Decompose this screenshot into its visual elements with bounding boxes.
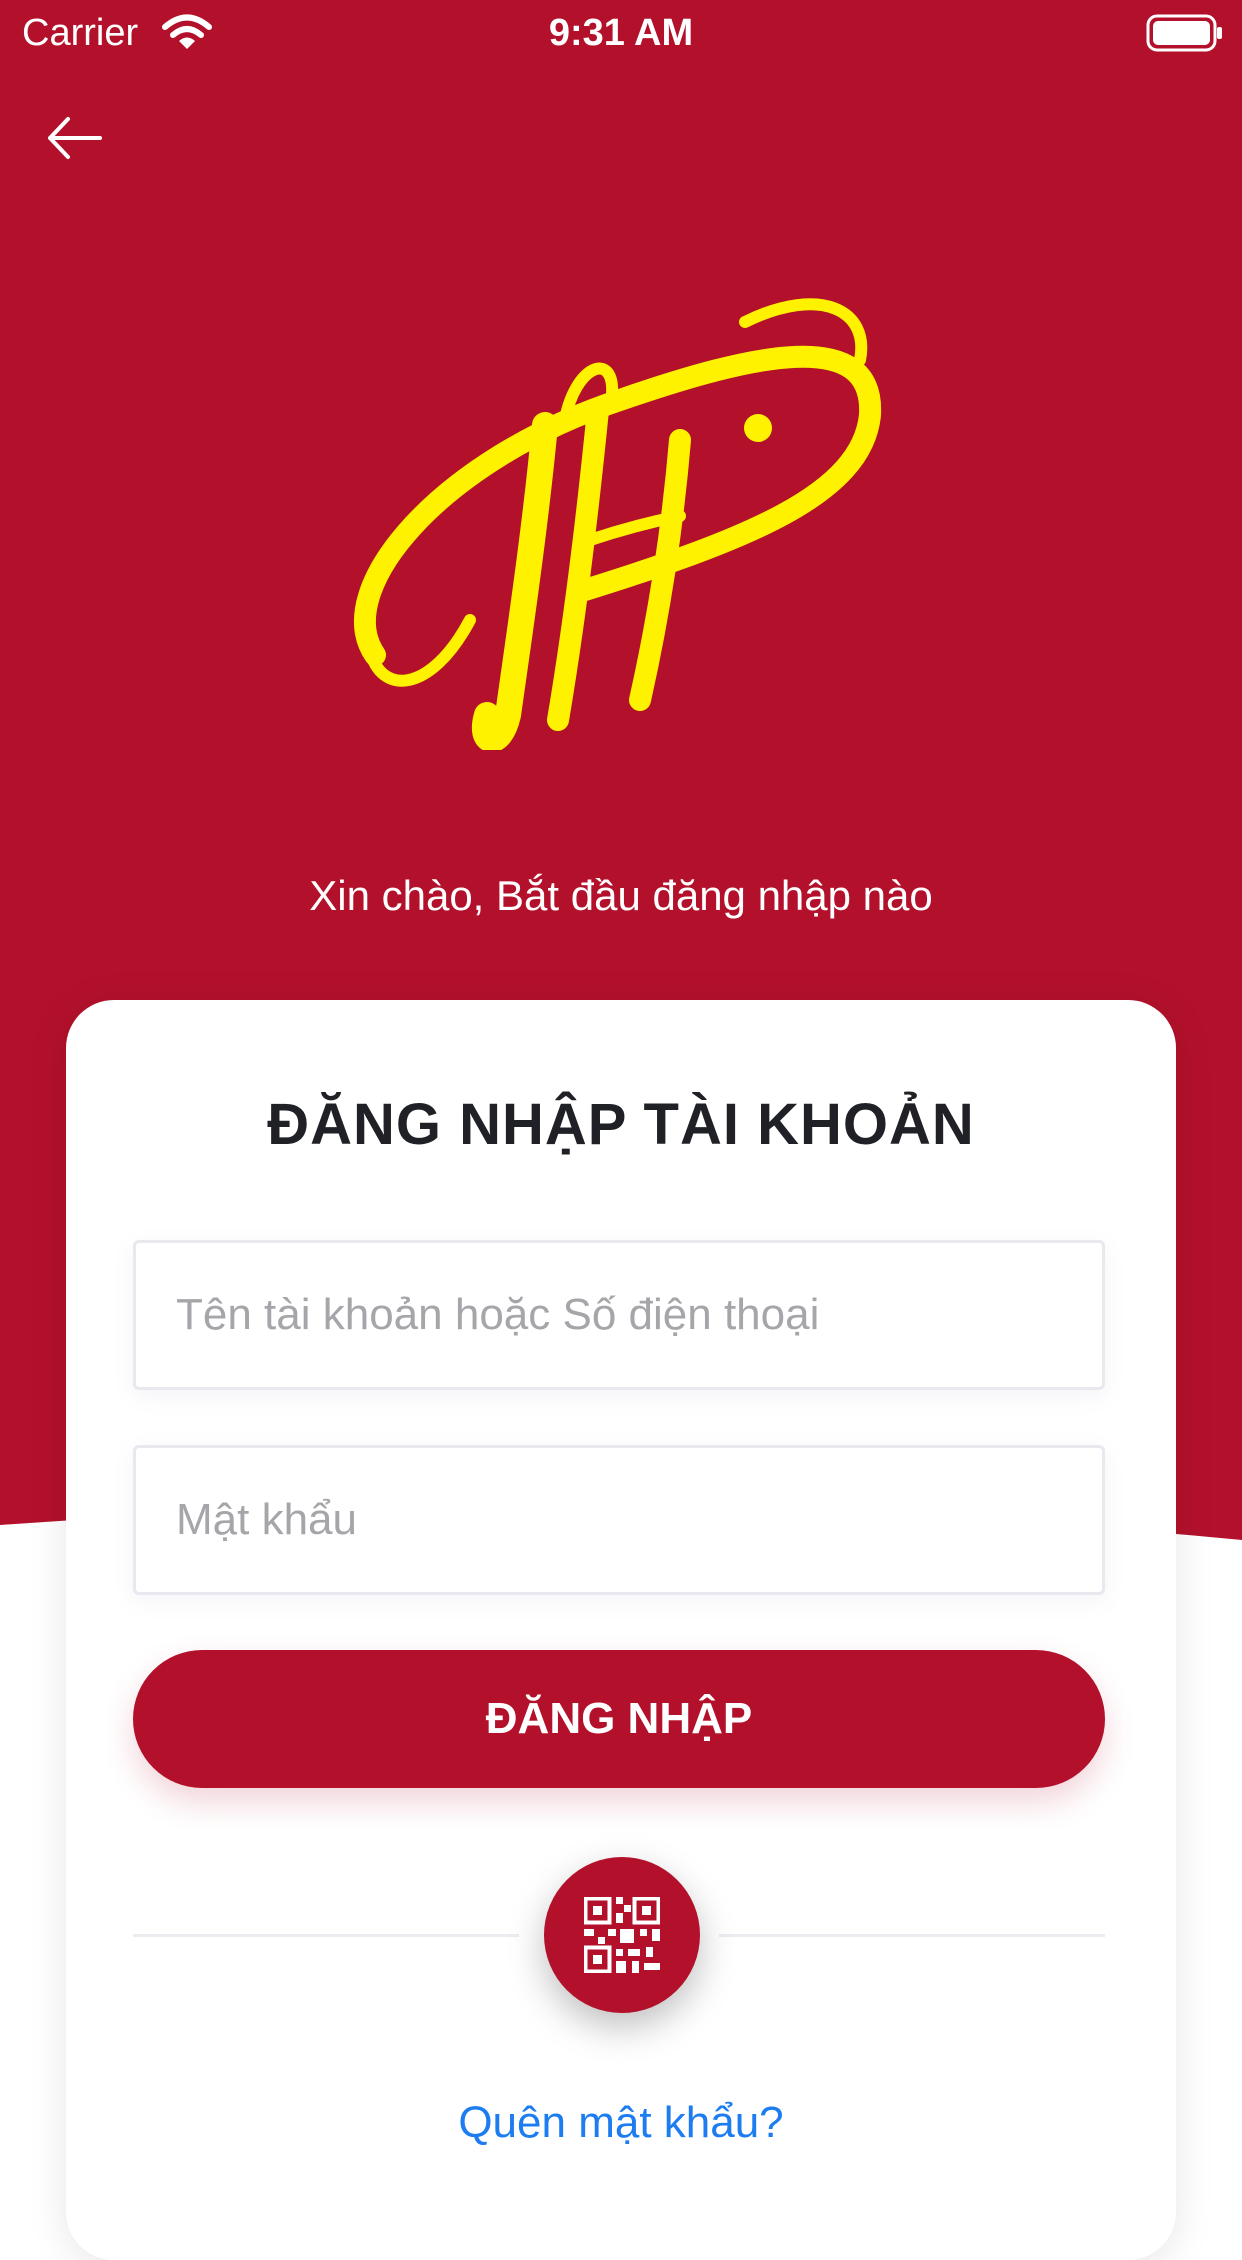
status-time: 9:31 AM [548, 12, 694, 54]
username-field [133, 1240, 1105, 1390]
back-button[interactable] [38, 104, 112, 178]
arrow-left-icon [48, 117, 102, 159]
password-input[interactable] [136, 1448, 1102, 1592]
username-input[interactable] [136, 1243, 1102, 1387]
login-card: ĐĂNG NHẬP TÀI KHOẢN ĐĂNG NHẬP [66, 1000, 1176, 2260]
login-title: ĐĂNG NHẬP TÀI KHOẢN [267, 1092, 975, 1157]
qr-login-button[interactable] [544, 1857, 700, 2013]
password-field [133, 1445, 1105, 1595]
status-bar: Carrier 9:31 AM [0, 0, 1242, 66]
divider-right [719, 1934, 1105, 1937]
battery-icon [1146, 14, 1222, 52]
divider-left [133, 1934, 519, 1937]
qr-code-icon [584, 1897, 660, 1973]
greeting-text: Xin chào, Bắt đầu đăng nhập nào [309, 872, 933, 919]
th-script-logo [353, 298, 882, 750]
login-button[interactable]: ĐĂNG NHẬP [133, 1650, 1105, 1788]
forgot-password-link[interactable]: Quên mật khẩu? [66, 2095, 1176, 2151]
